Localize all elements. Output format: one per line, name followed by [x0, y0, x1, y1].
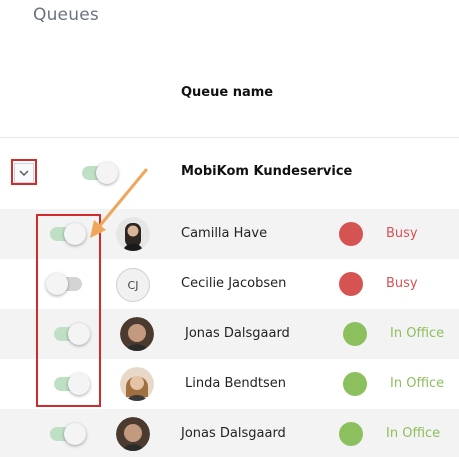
page-title: Queues: [33, 5, 99, 25]
avatar: [120, 367, 154, 401]
status-text: Busy: [386, 226, 418, 241]
toggle-knob: [64, 423, 86, 445]
status-text: In Office: [390, 326, 445, 341]
queue-toggle[interactable]: [82, 162, 118, 184]
status-text: Busy: [386, 276, 418, 291]
avatar: [116, 417, 150, 451]
avatar-photo: [116, 417, 150, 451]
agent-name: Jonas Dalsgaard: [181, 426, 286, 441]
status-indicator: [339, 272, 363, 296]
avatar-photo: [120, 367, 154, 401]
agent-name: Camilla Have: [181, 226, 268, 241]
avatar: [116, 217, 150, 251]
status-indicator: [343, 322, 367, 346]
toggle-knob: [96, 162, 118, 184]
agent-name: Linda Bendtsen: [185, 376, 286, 391]
status-text: In Office: [390, 376, 445, 391]
avatar-initials: CJ: [116, 268, 150, 302]
queue-group-name: MobiKom Kundeservice: [181, 164, 353, 179]
status-text: In Office: [386, 426, 441, 441]
queue-name-column-header: Queue name: [181, 85, 274, 100]
expand-highlight-box: [11, 159, 37, 185]
agent-name: Cecilie Jacobsen: [181, 276, 287, 291]
table-row: Jonas Dalsgaard In Office: [0, 409, 459, 457]
toggles-highlight-box: [36, 214, 101, 407]
status-indicator: [339, 422, 363, 446]
avatar: [120, 317, 154, 351]
status-indicator: [339, 222, 363, 246]
avatar-photo: [116, 217, 150, 251]
status-indicator: [343, 372, 367, 396]
avatar-photo: [120, 317, 154, 351]
agent-toggle[interactable]: [50, 423, 86, 445]
agent-name: Jonas Dalsgaard: [185, 326, 290, 341]
